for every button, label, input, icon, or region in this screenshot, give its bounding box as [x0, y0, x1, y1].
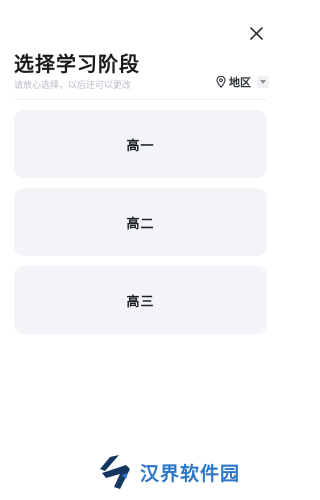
- watermark-logo-icon: [100, 455, 130, 489]
- grade-option-3[interactable]: 高三: [14, 266, 267, 334]
- close-icon: [249, 26, 263, 40]
- page-title: 选择学习阶段: [14, 52, 140, 76]
- page-subtitle: 请放心选择，以后还可以更改: [14, 81, 132, 91]
- grade-option-label: 高三: [126, 294, 155, 310]
- close-button[interactable]: [245, 22, 267, 44]
- watermark: 汉界软件园: [96, 452, 240, 492]
- location-pin-icon: [216, 76, 226, 88]
- header-divider: [14, 99, 267, 100]
- grade-option-label: 高一: [126, 138, 155, 154]
- region-label: 地区: [229, 76, 251, 89]
- grade-list: 高一 高二 高三: [14, 110, 267, 344]
- grade-option-2[interactable]: 高二: [14, 188, 267, 256]
- watermark-text: 汉界软件园: [140, 462, 241, 485]
- grade-option-label: 高二: [126, 216, 155, 232]
- chevron-down-icon: [257, 76, 269, 88]
- region-selector[interactable]: 地区: [216, 74, 269, 90]
- grade-option-1[interactable]: 高一: [14, 110, 267, 178]
